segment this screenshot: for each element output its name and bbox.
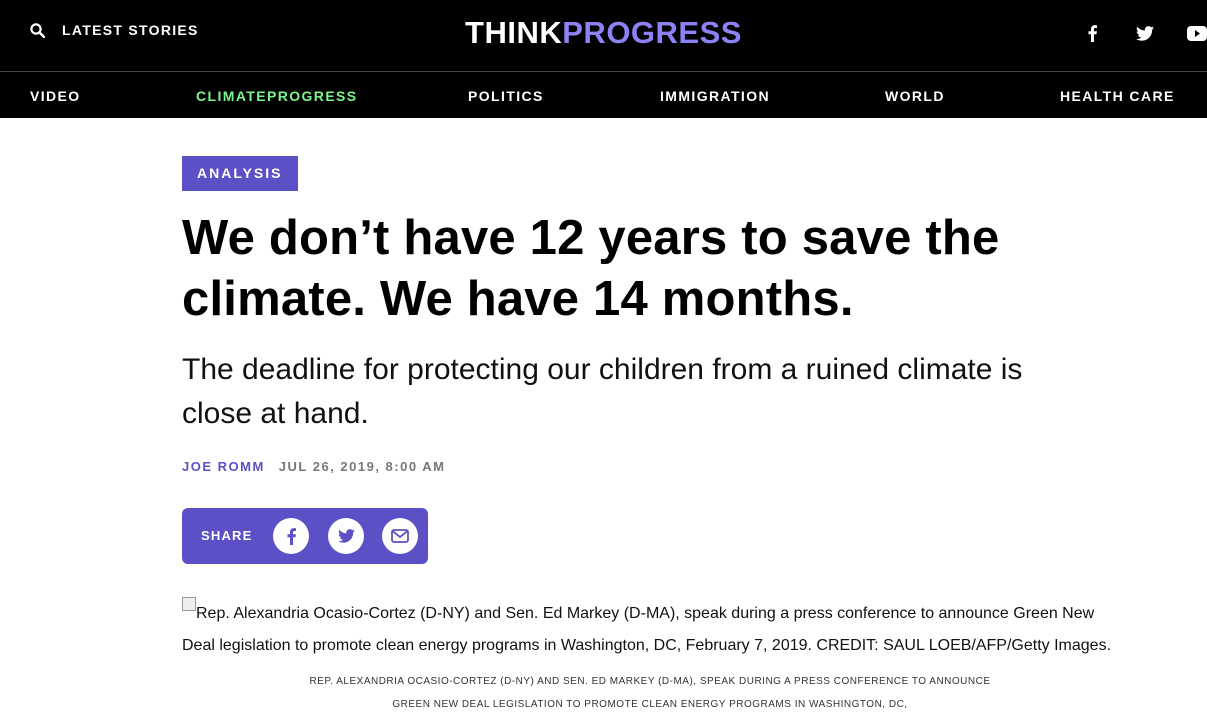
top-header-bar: LATEST STORIES THINKPROGRESS — [0, 0, 1207, 72]
article-headline: We don’t have 12 years to save the clima… — [182, 211, 1000, 326]
nav-item-climateprogress[interactable]: CLIMATEPROGRESS — [196, 87, 358, 105]
section-nav: VIDEO CLIMATEPROGRESS POLITICS IMMIGRATI… — [0, 72, 1207, 118]
share-twitter-button[interactable] — [328, 518, 364, 554]
share-label: SHARE — [201, 528, 253, 543]
email-icon[interactable] — [391, 529, 409, 543]
twitter-icon[interactable] — [1134, 22, 1156, 44]
nav-item-world[interactable]: WORLD — [885, 87, 945, 105]
article-dek: The deadline for protecting our children… — [182, 353, 1023, 430]
image-caption: REP. ALEXANDRIA OCASIO-CORTEZ (D-NY) AND… — [309, 676, 991, 710]
share-email-button[interactable] — [382, 518, 418, 554]
logo-think-text[interactable]: THINK — [465, 15, 562, 50]
publish-date: JUL 26, 2019, 8:00 AM — [278, 459, 446, 474]
nav-item-health-care[interactable]: HEALTH CARE — [1060, 87, 1175, 105]
nav-item-immigration[interactable]: IMMIGRATION — [660, 87, 770, 105]
site-logo[interactable]: THINKPROGRESS — [0, 13, 1207, 53]
twitter-icon[interactable] — [337, 529, 355, 543]
nav-item-video[interactable]: VIDEO — [30, 87, 81, 105]
byline: JOE ROMM JUL 26, 2019, 8:00 AM — [182, 459, 445, 475]
author-link[interactable]: JOE ROMM — [182, 459, 265, 474]
logo-progress-text[interactable]: PROGRESS — [562, 15, 742, 50]
share-bar: SHARE — [182, 508, 428, 564]
lead-image-alt-text: Rep. Alexandria Ocasio-Cortez (D-NY) and… — [182, 605, 1112, 654]
nav-item-politics[interactable]: POLITICS — [468, 87, 544, 105]
share-facebook-button[interactable] — [273, 518, 309, 554]
facebook-icon[interactable] — [287, 527, 296, 545]
analysis-badge[interactable]: ANALYSIS — [182, 156, 298, 191]
youtube-icon[interactable] — [1187, 22, 1207, 44]
facebook-icon[interactable] — [1083, 22, 1101, 44]
